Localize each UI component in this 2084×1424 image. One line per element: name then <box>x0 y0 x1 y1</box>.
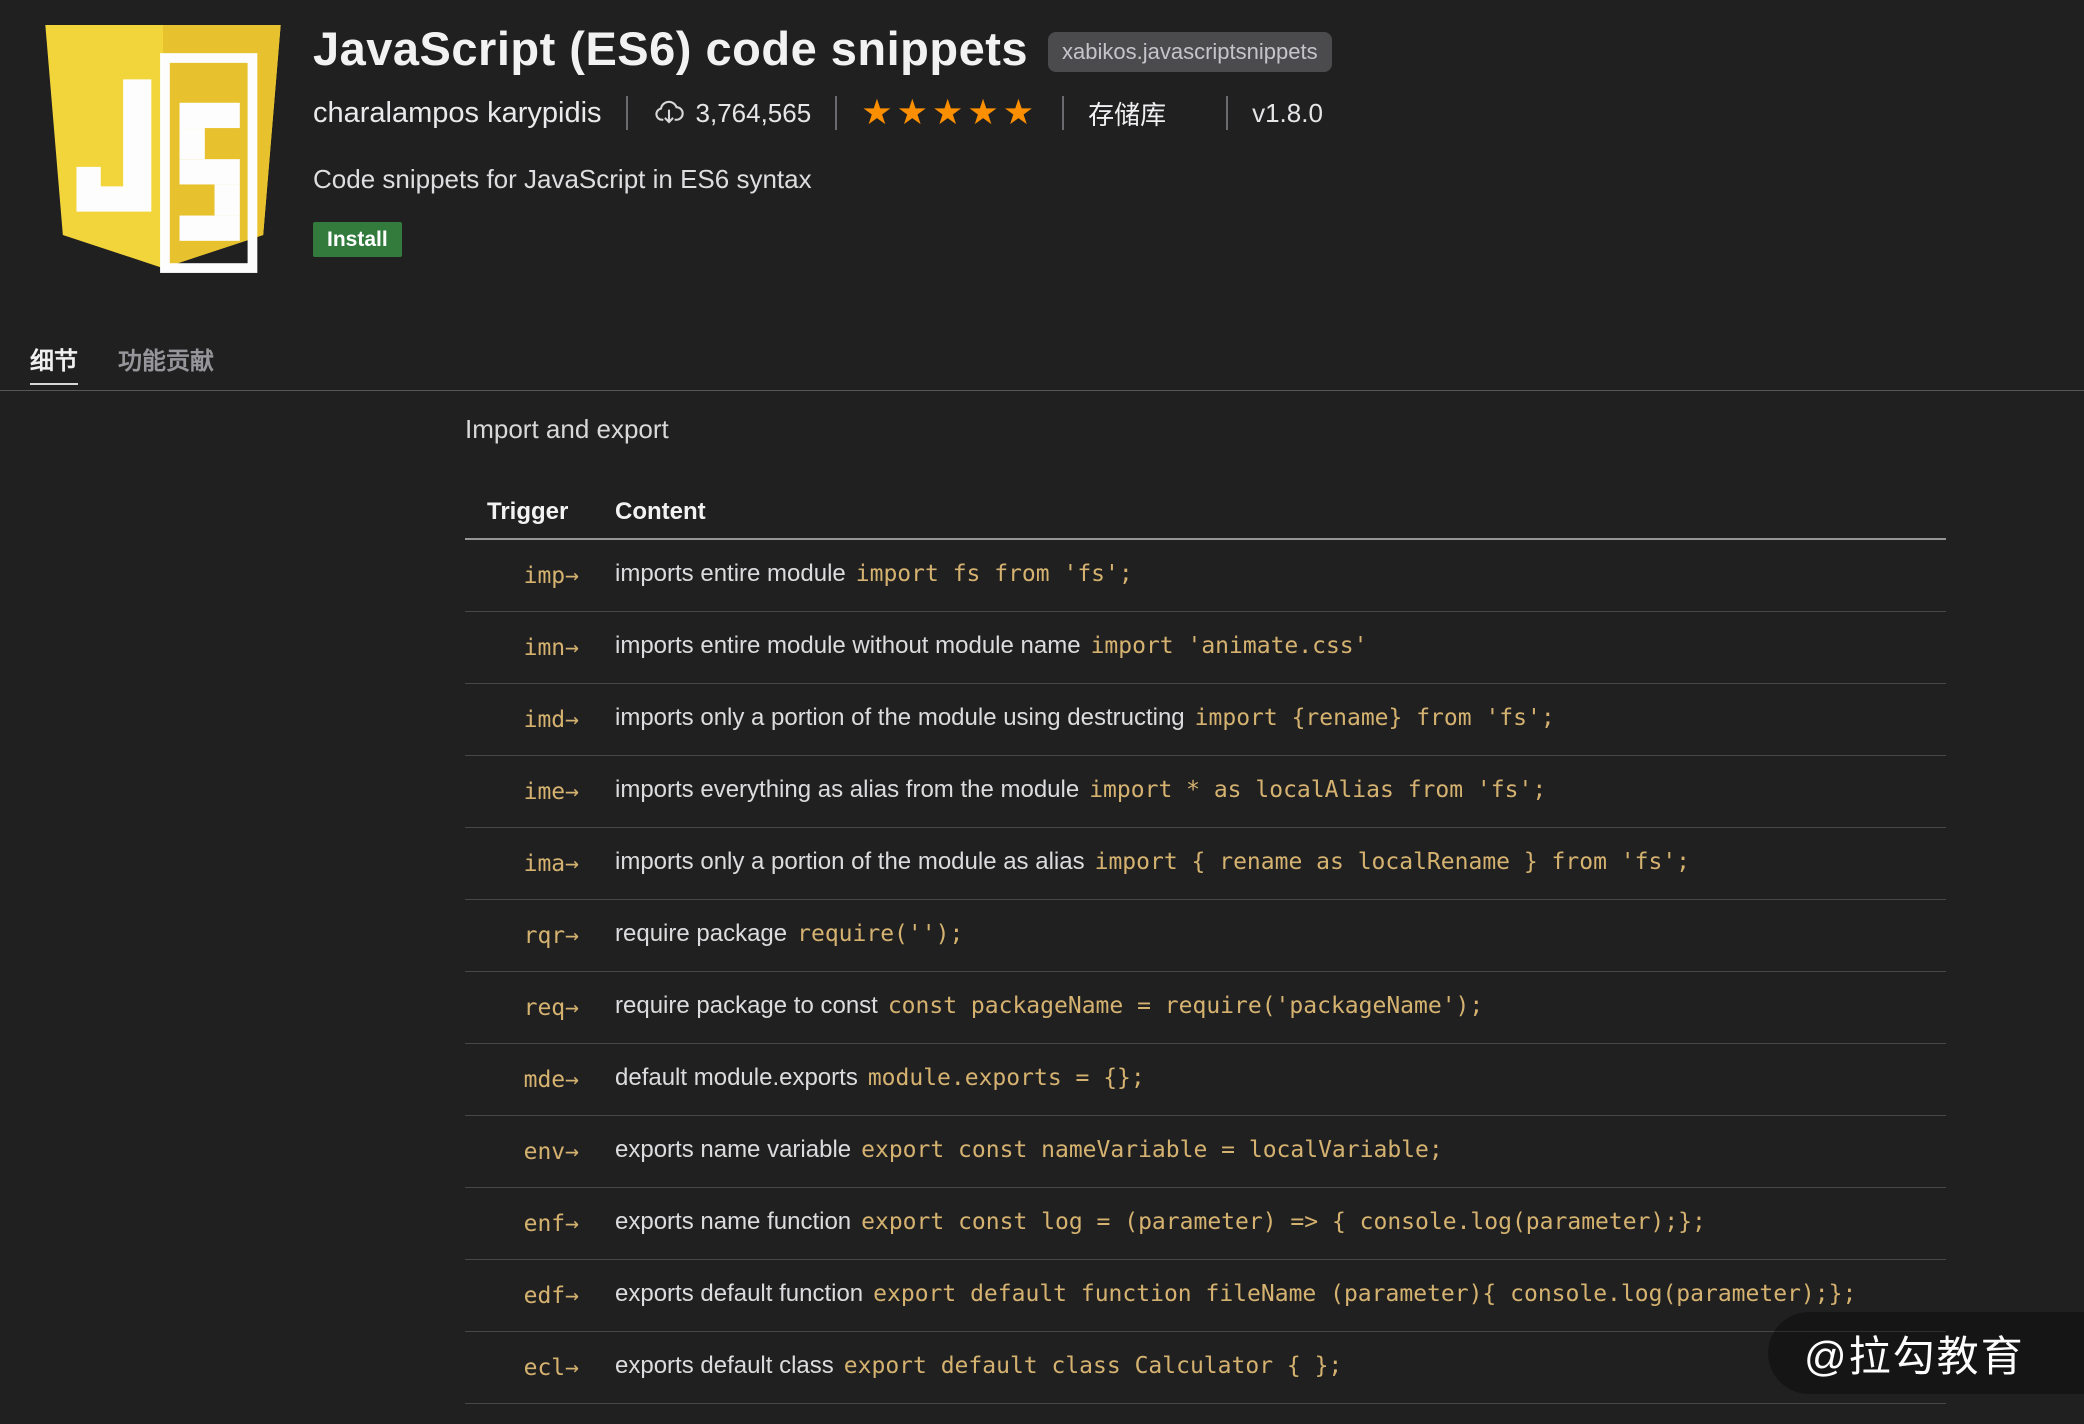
snippet-description: exports default function <box>615 1280 864 1307</box>
snippet-trigger: ecl→ <box>523 1354 579 1381</box>
snippet-code: module.exports = {}; <box>867 1065 1145 1091</box>
snippet-content-cell: imports entire module without module nam… <box>615 631 1946 664</box>
table-row: imd→ imports only a portion of the modul… <box>465 684 1946 756</box>
extension-meta-row: charalampos karypidis 3,764,565 ★★★★★ 存储… <box>313 94 1332 132</box>
snippet-code: import {rename} from 'fs'; <box>1194 705 1555 731</box>
table-row: env→ exports name variable export const n… <box>465 1116 1946 1188</box>
publisher-link[interactable]: charalampos karypidis <box>313 97 602 130</box>
extension-header: JavaScript (ES6) code snippets xabikos.j… <box>0 0 2084 390</box>
table-body: imp→ imports entire module import fs from… <box>465 540 1946 1424</box>
table-row: ima→ imports only a portion of the modul… <box>465 828 1946 900</box>
snippet-trigger: env→ <box>523 1138 579 1165</box>
meta-separator <box>1062 96 1065 130</box>
snippet-description: imports entire module <box>615 560 846 587</box>
snippet-code: export const log = (parameter) => { cons… <box>861 1209 1706 1235</box>
extension-details-page: JavaScript (ES6) code snippets xabikos.j… <box>0 0 2084 1424</box>
snippet-description: exports default class <box>615 1352 834 1379</box>
repository-link[interactable]: 存储库 <box>1088 95 1166 132</box>
snippet-trigger: mde→ <box>523 1066 579 1093</box>
snippet-content-cell: default module.exports module.exports = {… <box>615 1063 1946 1096</box>
snippet-code: export default class Calculator { }; <box>843 1353 1343 1379</box>
column-header-trigger: Trigger <box>487 498 569 525</box>
page-title: JavaScript (ES6) code snippets <box>313 22 1029 75</box>
install-count: 3,764,565 <box>695 97 812 128</box>
table-row: enf→ exports name function export const l… <box>465 1188 1946 1260</box>
extension-description: Code snippets for JavaScript in ES6 synt… <box>313 164 812 194</box>
javascript-logo <box>22 10 304 284</box>
meta-separator <box>625 96 628 130</box>
snippet-trigger: ime→ <box>523 778 579 805</box>
snippet-description: exports name function <box>615 1208 852 1235</box>
snippet-description: imports everything as alias from the mod… <box>615 776 1080 803</box>
tab-details[interactable]: 细节 <box>30 341 78 385</box>
snippet-trigger: rqr→ <box>523 922 579 949</box>
version-label: v1.8.0 <box>1252 97 1323 128</box>
table-row: imp→ imports entire module import fs from… <box>465 540 1946 612</box>
table-row: imn→ imports entire module without modul… <box>465 612 1946 684</box>
table-row: edf→ exports default function export defa… <box>465 1260 1946 1332</box>
table-row: mde→ default module.exports module.export… <box>465 1044 1946 1116</box>
snippets-table: Trigger Content imp→ imports entire modu… <box>465 486 1946 1424</box>
snippet-code: export default function fileName (parame… <box>873 1281 1857 1307</box>
table-header-row: Trigger Content <box>465 486 1946 540</box>
snippet-description: require package to const <box>615 992 878 1019</box>
snippet-trigger: edf→ <box>523 1282 579 1309</box>
meta-separator <box>835 96 838 130</box>
snippet-content-cell: require package to const const packageNam… <box>615 991 1946 1024</box>
snippet-code: const packageName = require('packageName… <box>887 993 1484 1019</box>
snippet-trigger: imn→ <box>523 634 579 661</box>
rating-stars[interactable]: ★★★★★ <box>861 94 1038 132</box>
snippet-trigger: imp→ <box>523 562 579 589</box>
extension-info: JavaScript (ES6) code snippets xabikos.j… <box>313 22 1332 257</box>
snippet-content-cell: imports only a portion of the module usi… <box>615 703 1946 736</box>
tab-feature-contributions[interactable]: 功能贡献 <box>118 341 214 385</box>
table-row: ece→ exports default class by extending … <box>465 1404 1946 1424</box>
extension-id-badge: xabikos.javascriptsnippets <box>1048 32 1332 72</box>
snippet-trigger: enf→ <box>523 1210 579 1237</box>
table-row: req→ require package to const const packa… <box>465 972 1946 1044</box>
snippet-content-cell: imports only a portion of the module as … <box>615 847 1946 880</box>
detail-tabs: 细节 功能贡献 <box>30 341 214 385</box>
cloud-download-icon <box>654 100 684 124</box>
snippet-code: import fs from 'fs'; <box>855 561 1133 587</box>
snippet-content-cell: require package require(''); <box>615 919 1946 952</box>
column-header-content: Content <box>615 498 706 525</box>
snippet-code: import { rename as localRename } from 'f… <box>1094 849 1691 875</box>
snippet-content-cell: imports everything as alias from the mod… <box>615 775 1946 808</box>
install-count-group: 3,764,565 <box>652 97 812 129</box>
snippet-trigger: imd→ <box>523 706 579 733</box>
table-row: rqr→ require package require(''); <box>465 900 1946 972</box>
snippet-description: default module.exports <box>615 1064 858 1091</box>
snippet-code: export const nameVariable = localVariabl… <box>861 1137 1443 1163</box>
snippet-trigger: req→ <box>523 994 579 1021</box>
details-pane: Import and export Trigger Content imp→ i… <box>0 391 2084 1424</box>
watermark-badge: @拉勾教育 <box>1768 1312 2084 1394</box>
snippet-code: import * as localAlias from 'fs'; <box>1089 777 1547 803</box>
section-title: Import and export <box>465 414 669 444</box>
watermark-text: @拉勾教育 <box>1804 1332 2025 1380</box>
meta-separator <box>1226 96 1229 130</box>
table-row: ime→ imports everything as alias from th… <box>465 756 1946 828</box>
snippet-description: require package <box>615 920 788 947</box>
snippet-description: imports only a portion of the module usi… <box>615 704 1185 731</box>
snippet-description: exports name variable <box>615 1136 852 1163</box>
snippet-trigger: ima→ <box>523 850 579 877</box>
install-button[interactable]: Install <box>313 222 402 257</box>
snippet-content-cell: exports name function export const log = … <box>615 1207 1946 1240</box>
snippet-content-cell: imports entire module import fs from 'fs'… <box>615 559 1946 592</box>
snippet-content-cell: exports default function export default f… <box>615 1279 1946 1312</box>
readme-content: Import and export Trigger Content imp→ i… <box>465 391 1946 1424</box>
snippet-description: imports only a portion of the module as … <box>615 848 1085 875</box>
snippet-code: import 'animate.css' <box>1090 633 1368 659</box>
snippet-code: require(''); <box>797 921 964 947</box>
snippet-content-cell: exports default class export default clas… <box>615 1351 1946 1384</box>
snippet-content-cell: exports name variable export const nameVa… <box>615 1135 1946 1168</box>
js-shield-icon <box>45 24 281 273</box>
snippet-description: imports entire module without module nam… <box>615 632 1081 659</box>
table-row: ecl→ exports default class export default… <box>465 1332 1946 1404</box>
